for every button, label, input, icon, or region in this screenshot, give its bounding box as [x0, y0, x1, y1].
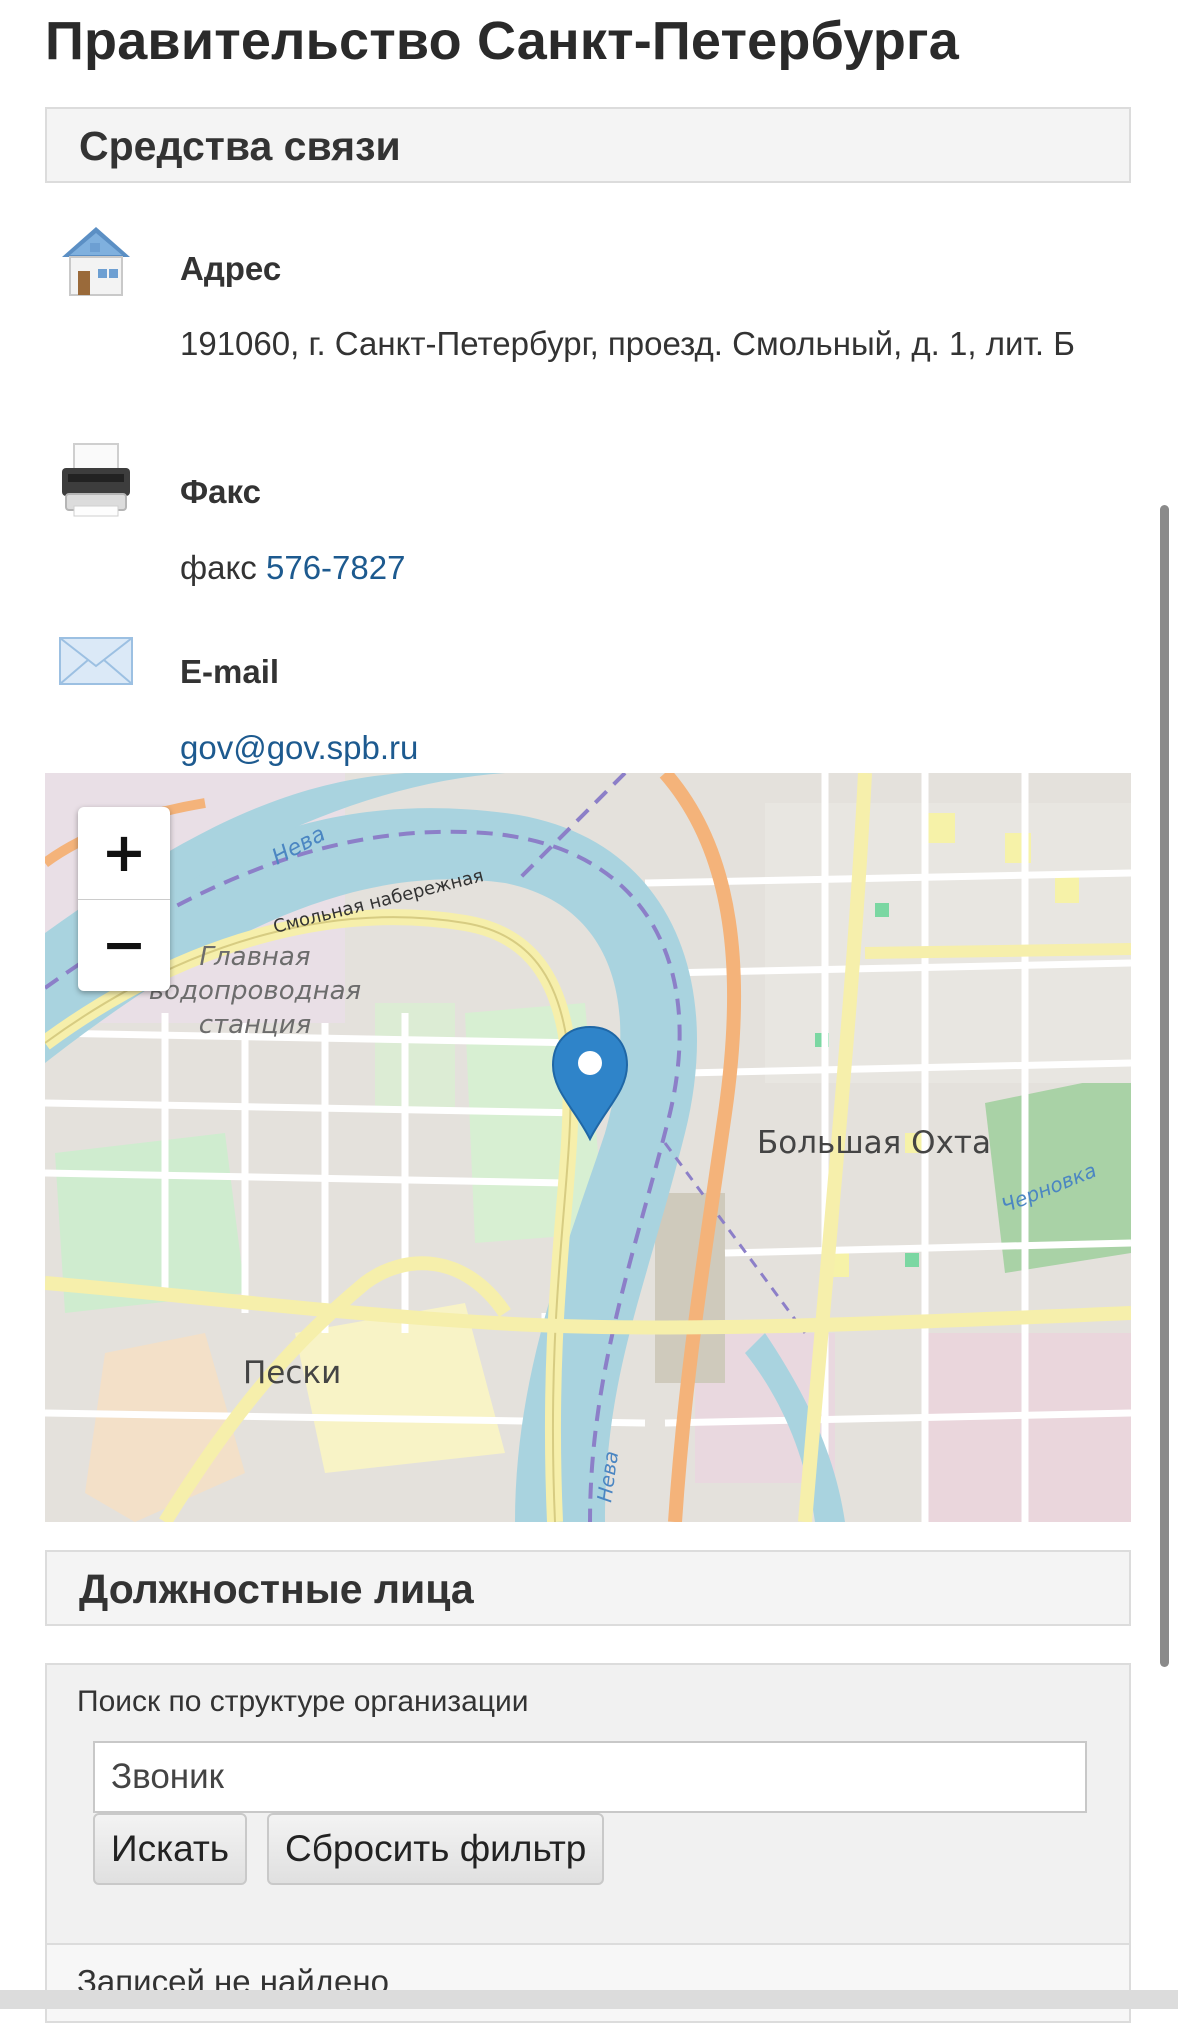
zoom-in-button[interactable]: + — [78, 807, 170, 900]
structure-search-input[interactable] — [93, 1741, 1087, 1813]
contacts-section-header: Средства связи — [45, 107, 1131, 183]
search-button[interactable]: Искать — [93, 1813, 248, 1885]
page-title: Правительство Санкт-Петербурга — [45, 11, 959, 71]
page: Правительство Санкт-Петербурга Средства … — [0, 0, 1178, 2023]
map[interactable]: Нева Смольная набережная Главная водопро… — [45, 773, 1131, 1522]
fax-value: факс 576-7827 — [180, 546, 1130, 590]
officials-section-header: Должностные лица — [45, 1550, 1131, 1626]
map-label-station-line1: Главная — [200, 942, 311, 972]
structure-search-label: Поиск по структуре организации — [77, 1685, 529, 1718]
reset-filter-button[interactable]: Сбросить фильтр — [267, 1813, 605, 1885]
fax-icon — [58, 440, 134, 520]
map-tiles: Нева Смольная набережная Главная водопро… — [45, 773, 1131, 1522]
structure-search-box: Поиск по структуре организации Искать Сб… — [45, 1663, 1131, 1963]
fax-number-link[interactable]: 576-7827 — [266, 549, 405, 586]
address-value: 191060, г. Санкт-Петербург, проезд. Смол… — [180, 325, 1075, 362]
fax-prefix: факс — [180, 549, 257, 586]
map-label-peski: Пески — [243, 1355, 341, 1391]
map-label-station-line2: водопроводная — [149, 976, 361, 1006]
results-box: Записей не найдено — [45, 1943, 1131, 2023]
email-link[interactable]: gov@gov.spb.ru — [180, 729, 418, 766]
bottom-strip — [0, 1990, 1178, 2009]
address-label: Адрес — [180, 250, 282, 287]
map-label-bolshaya-okhta: Большая Охта — [757, 1125, 991, 1161]
fax-label: Факс — [180, 473, 261, 510]
envelope-icon — [58, 632, 134, 712]
house-icon — [58, 223, 134, 303]
zoom-out-button[interactable]: − — [78, 899, 170, 991]
map-label-station-line3: станция — [199, 1010, 312, 1040]
map-zoom-control: + − — [78, 807, 170, 991]
officials-section-title: Должностные лица — [79, 1566, 474, 1612]
page-scrollbar[interactable] — [1160, 505, 1169, 1667]
email-label: E-mail — [180, 653, 280, 690]
email-value: gov@gov.spb.ru — [180, 726, 1130, 770]
contacts-section-title: Средства связи — [79, 123, 401, 169]
